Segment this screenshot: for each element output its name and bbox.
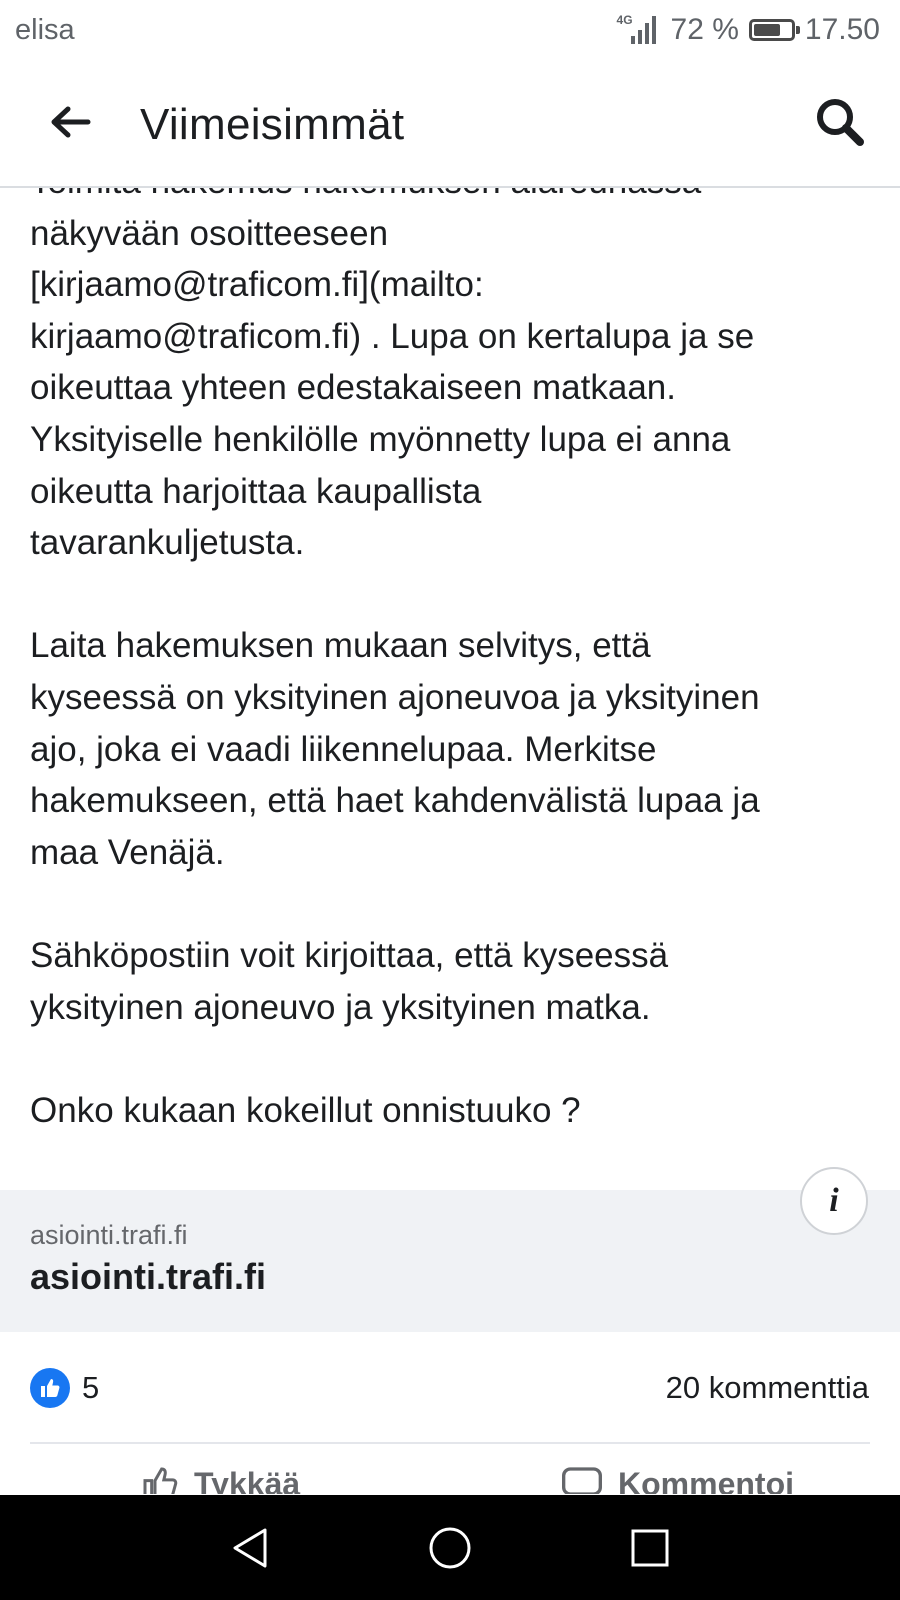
- link-title[interactable]: asiointi.trafi.fi: [30, 1256, 266, 1298]
- carrier-name: elisa: [15, 14, 75, 46]
- nav-back-button[interactable]: [226, 1523, 276, 1573]
- post-line: tavarankuljetusta.: [30, 523, 305, 563]
- post-line: kirjaamo@traficom.fi) . Lupa on kertalup…: [30, 316, 755, 356]
- like-reaction-icon[interactable]: [30, 1368, 70, 1408]
- post-text: Toimita hakemus hakemuksen alareunassa n…: [30, 188, 880, 1136]
- post-line: Toimita hakemus hakemuksen alareunassa: [30, 188, 880, 208]
- post-actions: Tykkää Kommentoi: [0, 1444, 900, 1494]
- circle-home-icon: [429, 1527, 471, 1569]
- reactions-summary: 5 20 kommenttia: [0, 1332, 900, 1442]
- thumbs-up-icon: [41, 1379, 60, 1397]
- post-line: Onko kukaan kokeillut onnistuuko ?: [30, 1090, 581, 1130]
- triangle-back-icon: [233, 1528, 267, 1568]
- comment-count[interactable]: 20 kommenttia: [666, 1370, 869, 1406]
- status-bar: elisa 4G 72 % 17.50: [0, 0, 900, 62]
- search-button[interactable]: [808, 90, 872, 154]
- nav-recents-button[interactable]: [625, 1523, 675, 1573]
- battery-percent: 72 %: [670, 13, 739, 46]
- like-button[interactable]: Tykkää: [140, 1464, 300, 1494]
- app-header: Viimeisimmät: [0, 62, 900, 188]
- battery-icon: [748, 19, 800, 41]
- post-line: oikeutta harjoittaa kaupallista: [30, 471, 482, 511]
- post-body: Toimita hakemus hakemuksen alareunassa n…: [0, 188, 900, 1190]
- post-paragraph: Laita hakemuksen mukaan selvitys, että k…: [30, 620, 880, 878]
- post-paragraph: Toimita hakemus hakemuksen alareunassa n…: [30, 188, 880, 569]
- post-paragraph: Sähköpostiin voit kirjoittaa, että kysee…: [30, 930, 880, 1033]
- network-type: 4G: [616, 13, 633, 27]
- battery-level: [753, 24, 780, 36]
- post-line: näkyvään osoitteeseen: [30, 213, 389, 253]
- post-paragraph: Onko kukaan kokeillut onnistuuko ?: [30, 1085, 880, 1137]
- post-line: Laita hakemuksen mukaan selvitys, että: [30, 626, 651, 666]
- like-count[interactable]: 5: [82, 1370, 99, 1406]
- info-button[interactable]: i: [800, 1167, 868, 1235]
- post-line: Yksityiselle henkilölle myönnetty lupa e…: [30, 419, 731, 459]
- comment-bubble-icon: [562, 1467, 602, 1494]
- square-recents-icon: [631, 1529, 669, 1567]
- clock: 17.50: [804, 13, 880, 46]
- post-line: Sähköpostiin voit kirjoittaa, että kysee…: [30, 935, 669, 975]
- post-line: yksityinen ajoneuvo ja yksityinen matka.: [30, 987, 651, 1027]
- post-line: oikeuttaa yhteen edestakaiseen matkaan.: [30, 368, 676, 408]
- post-line: maa Venäjä.: [30, 832, 225, 872]
- signal-icon: 4G: [617, 14, 661, 46]
- link-domain: asiointi.trafi.fi: [30, 1220, 188, 1250]
- post-line: [kirjaamo@traficom.fi](mailto:: [30, 265, 484, 305]
- comment-button[interactable]: Kommentoi: [560, 1464, 794, 1494]
- thumbs-up-outline-icon: [143, 1467, 178, 1494]
- status-indicators: 4G 72 % 17.50: [617, 10, 880, 50]
- back-button[interactable]: [40, 92, 100, 152]
- comment-button-label: Kommentoi: [618, 1465, 794, 1495]
- link-preview-card[interactable]: asiointi.trafi.fi asiointi.trafi.fi: [0, 1190, 900, 1332]
- search-icon: [817, 99, 864, 146]
- post-line: kyseessä on yksityinen ajoneuvoa ja yksi…: [30, 677, 760, 717]
- system-nav-bar: [0, 1495, 900, 1600]
- post-line: ajo, joka ei vaadi liikennelupaa. Merkit…: [30, 729, 657, 769]
- screen: elisa 4G 72 % 17.50 Viimeisimmät näkyvää…: [0, 0, 900, 1600]
- like-button-label: Tykkää: [194, 1465, 301, 1495]
- post-line: hakemukseen, että haet kahdenvälistä lup…: [30, 781, 760, 821]
- page-title: Viimeisimmät: [140, 100, 405, 149]
- nav-home-button[interactable]: [425, 1523, 475, 1573]
- info-icon: i: [829, 1182, 839, 1219]
- arrow-left-icon: [51, 106, 91, 138]
